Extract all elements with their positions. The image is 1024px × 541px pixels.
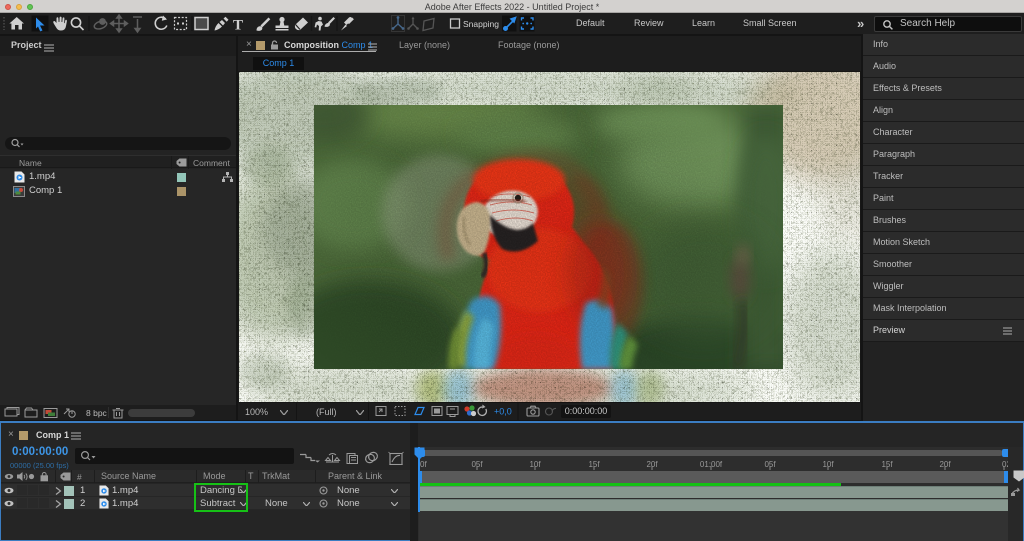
svg-text:Snapping: Snapping [463, 19, 499, 29]
svg-text:T: T [233, 18, 243, 34]
svg-text:8 bpc: 8 bpc [86, 408, 108, 418]
svg-text:+0,0: +0,0 [494, 407, 512, 417]
